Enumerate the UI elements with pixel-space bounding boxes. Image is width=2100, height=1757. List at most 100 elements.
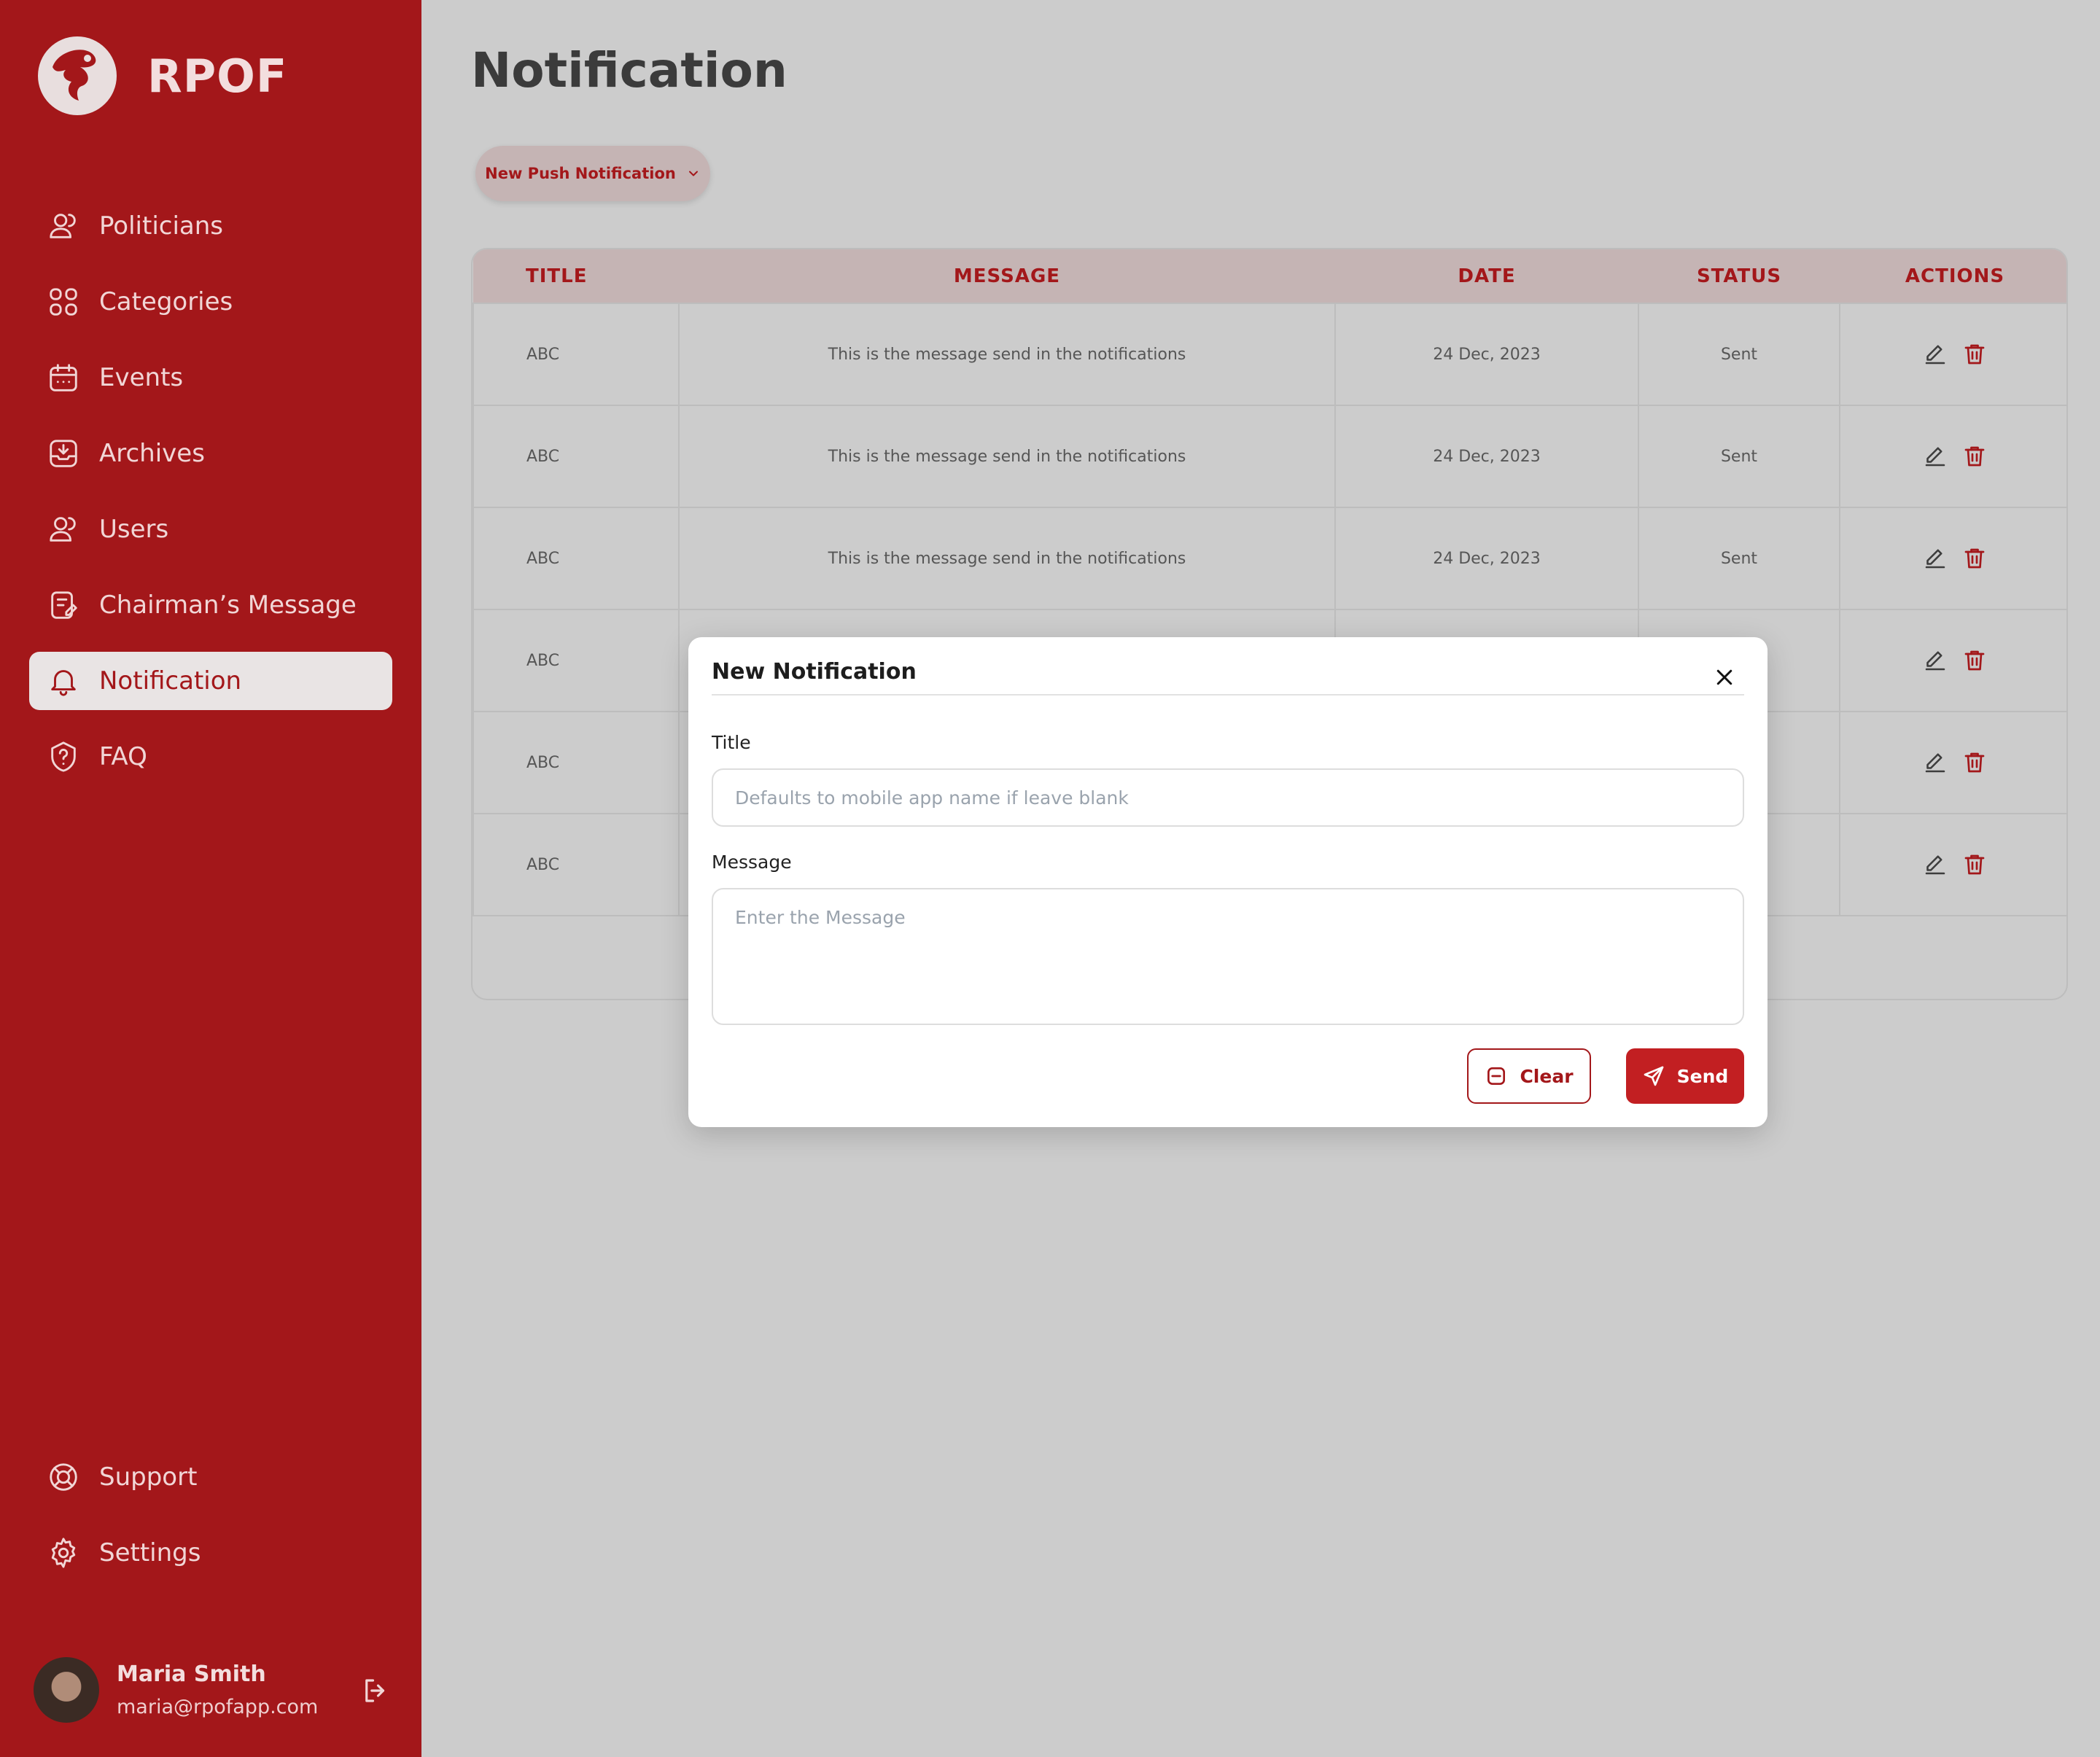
column-header-actions: ACTIONS (1840, 249, 2066, 303)
avatar (34, 1657, 99, 1723)
cell-title: ABC (472, 813, 680, 916)
table-header-row: TITLE MESSAGE DATE STATUS ACTIONS (473, 249, 2066, 303)
bell-icon (51, 670, 76, 696)
cell-status: Sent (1638, 303, 1840, 406)
sidebar-item-faq[interactable]: FAQ (29, 728, 392, 786)
sidebar-item-events[interactable]: Events (29, 348, 392, 407)
users-icon (50, 214, 76, 238)
column-header-status[interactable]: STATUS (1638, 249, 1840, 303)
table-row: ABC This is the message send in the notif… (472, 507, 2066, 610)
sidebar-item-categories[interactable]: Categories (29, 273, 392, 331)
edit-icon[interactable] (1922, 852, 1948, 878)
message-label: Message (712, 852, 792, 873)
archive-icon (50, 440, 77, 467)
trash-icon[interactable] (1961, 341, 1988, 367)
lifebuoy-icon (50, 1463, 77, 1491)
users-icon (50, 517, 76, 542)
edit-icon[interactable] (1922, 545, 1948, 572)
cell-title: ABC (472, 303, 680, 406)
cell-actions (1839, 507, 2066, 610)
chevron-down-icon (688, 171, 698, 176)
grid-icon (50, 288, 77, 316)
cell-actions (1839, 813, 2066, 916)
note-icon (51, 591, 77, 619)
sidebar-item-notification[interactable]: Notification (29, 652, 392, 710)
sidebar: RPOF Politicians Categories Events Archives… (0, 0, 421, 1757)
cell-status: Sent (1638, 507, 1840, 610)
edit-icon[interactable] (1922, 341, 1948, 367)
cell-status: Sent (1638, 405, 1840, 508)
new-notification-modal: New Notification Title Message Clear Sen… (688, 637, 1768, 1127)
sidebar-item-label: Notification (99, 666, 242, 696)
edit-icon[interactable] (1922, 443, 1948, 470)
sidebar-item-label: Archives (99, 439, 205, 468)
app-window: RPOF Politicians Categories Events Archives… (0, 0, 2100, 1757)
cell-title: ABC (472, 507, 680, 610)
sidebar-item-archives[interactable]: Archives (29, 424, 392, 483)
column-header-title[interactable]: TITLE (473, 249, 679, 303)
sidebar-item-label: Events (99, 363, 184, 392)
page-title: Notification (471, 42, 788, 98)
cell-actions (1839, 303, 2066, 406)
brand-name: RPOF (147, 49, 288, 103)
column-header-date[interactable]: DATE (1335, 249, 1638, 303)
edit-icon[interactable] (1922, 647, 1948, 674)
trash-icon[interactable] (1961, 443, 1988, 470)
new-push-notification-button[interactable]: New Push Notification (475, 146, 710, 201)
trash-icon[interactable] (1961, 749, 1988, 776)
sidebar-item-settings[interactable]: Settings (29, 1524, 392, 1582)
trash-icon[interactable] (1961, 852, 1988, 878)
sidebar-item-users[interactable]: Users (29, 500, 392, 558)
cell-message: This is the message send in the notifica… (678, 303, 1336, 406)
cell-date: 24 Dec, 2023 (1334, 507, 1639, 610)
sidebar-item-label: Settings (99, 1538, 201, 1567)
sidebar-item-label: Politicians (99, 211, 223, 241)
user-name: Maria Smith (117, 1661, 266, 1687)
table-row: ABC This is the message send in the notif… (472, 405, 2066, 508)
brand[interactable]: RPOF (36, 35, 287, 117)
logout-icon[interactable] (360, 1675, 391, 1706)
send-icon (1644, 1066, 1664, 1086)
sidebar-item-chairman-s-message[interactable]: Chairman’s Message (29, 576, 392, 634)
sidebar-item-support[interactable]: Support (29, 1448, 392, 1506)
cell-actions (1839, 711, 2066, 814)
help-icon (51, 741, 76, 772)
sidebar-item-label: Categories (99, 287, 233, 316)
sidebar-bottom-nav: Support Settings (29, 1448, 392, 1600)
clear-label: Clear (1520, 1065, 1574, 1087)
message-textarea[interactable] (712, 888, 1744, 1025)
close-icon[interactable] (1714, 666, 1735, 688)
logo-icon (38, 36, 117, 115)
cell-message: This is the message send in the notifica… (678, 405, 1336, 508)
modal-header: New Notification (712, 659, 1744, 696)
user-profile[interactable]: Maria Smith maria@rpofapp.com (34, 1653, 398, 1726)
trash-icon[interactable] (1961, 647, 1988, 674)
sidebar-item-label: FAQ (99, 742, 147, 771)
sidebar-item-label: Users (99, 515, 169, 544)
cell-date: 24 Dec, 2023 (1334, 405, 1639, 508)
calendar-icon (50, 364, 77, 391)
user-email: maria@rpofapp.com (117, 1696, 319, 1718)
cell-title: ABC (472, 711, 680, 814)
column-header-message[interactable]: MESSAGE (679, 249, 1335, 303)
sidebar-item-label: Support (99, 1462, 198, 1492)
cell-message: This is the message send in the notifica… (678, 507, 1336, 610)
clear-button[interactable]: Clear (1467, 1048, 1591, 1104)
edit-icon[interactable] (1922, 749, 1948, 776)
send-button[interactable]: Send (1626, 1048, 1744, 1104)
title-input[interactable] (712, 768, 1744, 827)
table-row: ABC This is the message send in the notif… (472, 303, 2066, 406)
cell-actions (1839, 405, 2066, 508)
sidebar-nav: Politicians Categories Events Archives Users… (29, 197, 392, 803)
minus-square-icon (1488, 1067, 1506, 1085)
sidebar-item-politicians[interactable]: Politicians (29, 197, 392, 255)
trash-icon[interactable] (1961, 545, 1988, 572)
title-label: Title (712, 732, 751, 753)
user-info: Maria Smith maria@rpofapp.com (117, 1661, 318, 1718)
gear-icon (51, 1538, 76, 1568)
cell-date: 24 Dec, 2023 (1334, 303, 1639, 406)
cell-title: ABC (472, 609, 680, 712)
modal-title: New Notification (712, 659, 917, 685)
cell-title: ABC (472, 405, 680, 508)
cell-actions (1839, 609, 2066, 712)
